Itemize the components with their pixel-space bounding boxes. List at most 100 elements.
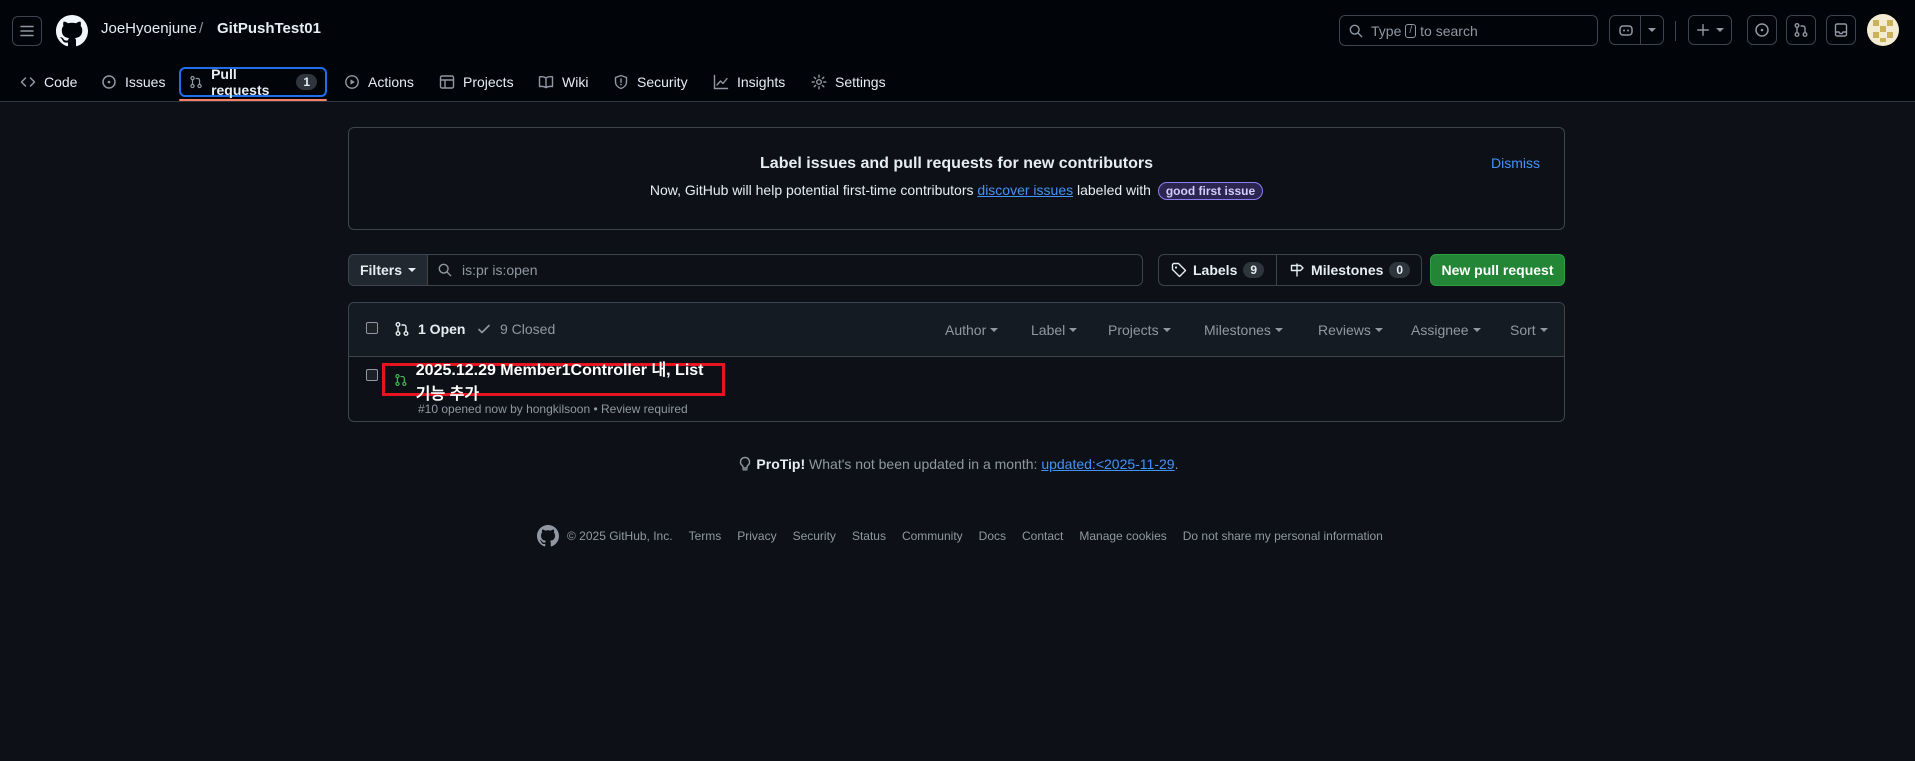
filter-label: Author [945,322,987,338]
create-new-button[interactable] [1688,15,1732,45]
footer-link-status[interactable]: Status [852,529,886,543]
protip-link[interactable]: updated:<2025-11-29 [1041,456,1174,472]
menu-button[interactable] [12,16,42,46]
filter-search-input[interactable]: is:pr is:open [427,254,1143,286]
tab-projects[interactable]: Projects [431,67,522,97]
labels-milestones-group: Labels 9 Milestones 0 [1158,254,1422,286]
git-pull-request-icon [395,322,409,336]
closed-filter[interactable]: 9 Closed [476,321,555,337]
footer-link-community[interactable]: Community [902,529,963,543]
milestones-count: 0 [1389,262,1411,278]
copilot-icon [1619,25,1633,36]
tab-label: Actions [368,74,414,90]
banner-description: Now, GitHub will help potential first-ti… [349,182,1564,200]
tab-insights[interactable]: Insights [705,67,793,97]
tab-code[interactable]: Code [12,67,85,97]
dismiss-button[interactable]: Dismiss [1491,155,1540,171]
chevron-down-icon [1274,328,1283,332]
label-filter[interactable]: Label [1031,322,1078,338]
gear-icon [811,74,827,90]
search-icon [1349,24,1363,37]
milestones-button[interactable]: Milestones 0 [1276,255,1422,285]
tab-security[interactable]: Security [605,67,696,97]
labels-label: Labels [1193,262,1238,278]
filters-label: Filters [359,262,402,278]
copilot-button[interactable] [1609,15,1664,45]
hamburger-icon [20,25,34,37]
play-icon [345,75,359,89]
search-suffix: to search [1420,22,1478,39]
filter-query: is:pr is:open [462,262,538,278]
reviews-filter[interactable]: Reviews [1318,322,1383,338]
good-first-issue-label[interactable]: good first issue [1157,182,1264,200]
search-input[interactable]: Type / to search [1339,15,1598,46]
footer-link-manage-cookies[interactable]: Manage cookies [1079,529,1166,543]
banner-desc-prefix: Now, GitHub will help potential first-ti… [649,182,974,198]
search-key: / [1405,23,1417,38]
git-pull-request-icon [1794,23,1808,37]
footer-link-terms[interactable]: Terms [689,529,722,543]
milestones-filter[interactable]: Milestones [1204,322,1283,338]
assignee-filter[interactable]: Assignee [1411,322,1481,338]
pull-request-meta: #10 opened now by hongkilsoon • Review r… [418,402,688,416]
tab-label: Wiki [562,74,589,90]
pull-request-title: 2025.12.29 Member1Controller 내, List 기능 … [415,361,704,403]
issue-opened-icon [1755,23,1769,37]
tab-wiki[interactable]: Wiki [530,67,596,97]
footer-link-do-not-share[interactable]: Do not share my personal information [1183,529,1383,543]
search-prefix: Type [1371,22,1402,39]
issue-opened-icon [102,75,116,89]
tab-label: Pull requests [211,66,270,98]
tab-pull-requests[interactable]: Pull requests 1 [179,66,327,98]
github-logo-icon[interactable] [56,15,88,47]
filters-button[interactable]: Filters [348,254,428,286]
filter-label: Sort [1510,322,1536,338]
pull-requests-count: 1 [296,74,317,90]
discover-issues-link[interactable]: discover issues [977,182,1073,198]
chevron-down-icon [1069,328,1078,332]
chevron-down-icon [1716,28,1724,32]
repo-tabs: Code Issues Pull requests 1 Actions Proj… [0,62,1915,102]
milestones-label: Milestones [1311,262,1384,278]
avatar[interactable] [1867,14,1899,46]
book-icon [538,75,554,89]
tab-issues[interactable]: Issues [93,67,173,97]
owner-link[interactable]: JoeHyoenjune [101,20,197,37]
chevron-down-icon[interactable] [1648,28,1656,32]
tab-label: Insights [737,74,786,90]
projects-filter[interactable]: Projects [1108,322,1171,338]
new-pull-request-button[interactable]: New pull request [1430,254,1565,286]
pull-request-title-link[interactable]: 2025.12.29 Member1Controller 내, List 기능 … [382,362,725,403]
tag-icon [1171,262,1187,278]
footer-copyright: © 2025 GitHub, Inc. [567,529,673,543]
avatar-identicon-icon [1873,20,1893,42]
select-all-checkbox[interactable] [366,322,378,334]
protip-end: . [1174,456,1179,472]
tab-label: Settings [835,74,886,90]
labels-button[interactable]: Labels 9 [1159,255,1276,285]
labels-count: 9 [1243,262,1265,278]
pull-requests-button[interactable] [1786,15,1816,45]
issues-button[interactable] [1747,15,1777,45]
footer-link-privacy[interactable]: Privacy [737,529,776,543]
open-filter[interactable]: 1 Open [394,321,465,337]
list-header: 1 Open 9 Closed Author Label Projects Mi… [349,303,1564,357]
tab-label: Issues [125,74,166,90]
inbox-button[interactable] [1826,15,1856,45]
github-logo-icon[interactable] [537,525,559,547]
footer-link-docs[interactable]: Docs [979,529,1006,543]
author-filter[interactable]: Author [945,322,999,338]
chevron-down-icon [990,328,999,332]
filter-label: Label [1031,322,1066,338]
item-checkbox[interactable] [366,369,378,381]
inbox-icon [1834,23,1848,37]
repo-link[interactable]: GitPushTest01 [217,20,321,37]
top-bar: JoeHyoenjune / GitPushTest01 Type / to s… [0,0,1915,62]
repo-header: JoeHyoenjune / GitPushTest01 Type / to s… [0,0,1915,102]
sort-filter[interactable]: Sort [1510,322,1548,338]
tab-settings[interactable]: Settings [803,67,894,97]
filter-label: Assignee [1411,322,1469,338]
tab-actions[interactable]: Actions [336,67,422,97]
footer-link-security[interactable]: Security [793,529,836,543]
footer-link-contact[interactable]: Contact [1022,529,1063,543]
